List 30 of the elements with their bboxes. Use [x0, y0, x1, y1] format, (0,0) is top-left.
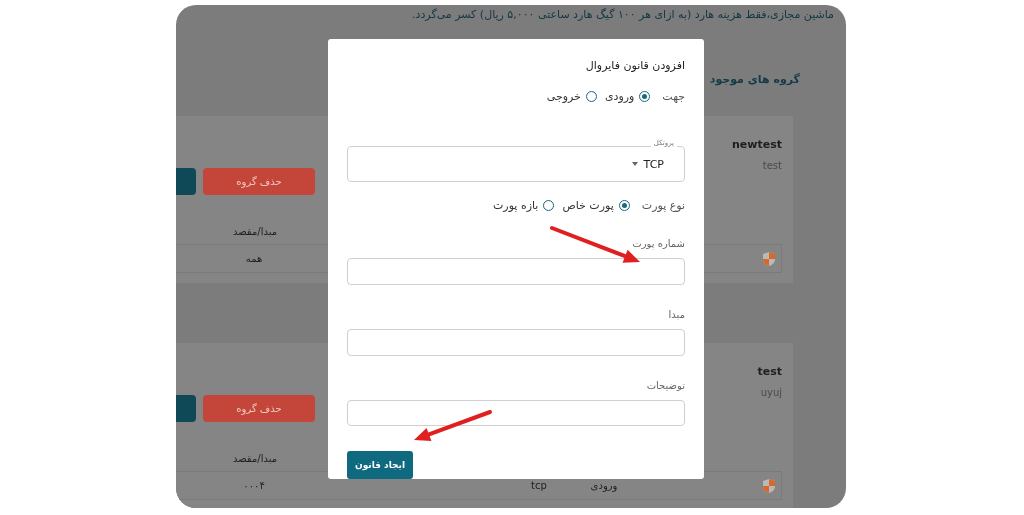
select-value: TCP [643, 157, 664, 171]
input-field[interactable] [347, 328, 685, 356]
group-name: test [757, 365, 782, 378]
table-cell-text: ۰۰۰۴ [242, 480, 266, 491]
radio-option[interactable]: پورت خاص [562, 199, 630, 212]
shield-icon [762, 477, 776, 494]
dialog-title: افزودن قانون فایروال [584, 59, 685, 72]
radio-option[interactable]: خروجی [546, 90, 597, 103]
table-cell-text: ورودی [589, 480, 619, 491]
field-label: مبدا [667, 308, 685, 320]
column-header: مبدا/مقصد [231, 452, 279, 464]
radio-group-label: جهت [662, 90, 685, 103]
input-field[interactable] [347, 258, 685, 285]
protocol-select[interactable]: TCP [347, 146, 685, 182]
table-cell-text: همه [244, 253, 264, 264]
group-description: test [761, 160, 782, 171]
field-label: توضیحات [645, 379, 685, 391]
group-name: newtest [732, 138, 782, 151]
create-rule-button[interactable]: ایجاد قانون [347, 451, 413, 479]
shield-icon [762, 250, 776, 267]
radio-group-label: نوع پورت [641, 199, 685, 212]
radio-option[interactable]: بازه پورت [493, 199, 555, 212]
caret-icon [631, 162, 638, 166]
table-cell-text: tcp [530, 480, 548, 491]
section-heading: گروه های موجود [708, 73, 800, 86]
radio-option[interactable]: ورودی [604, 90, 651, 103]
input-field[interactable] [347, 399, 685, 427]
column-header: مبدا/مقصد [231, 225, 279, 237]
notice-text: ماشین مجازی،فقط هزینه هارد (به ازای هر ۱۰۰ گیگ هارد ساعتی ۵,۰۰۰ ریال) کسر می‌گردد. [411, 7, 834, 22]
field-label: شماره پورت [631, 238, 685, 249]
